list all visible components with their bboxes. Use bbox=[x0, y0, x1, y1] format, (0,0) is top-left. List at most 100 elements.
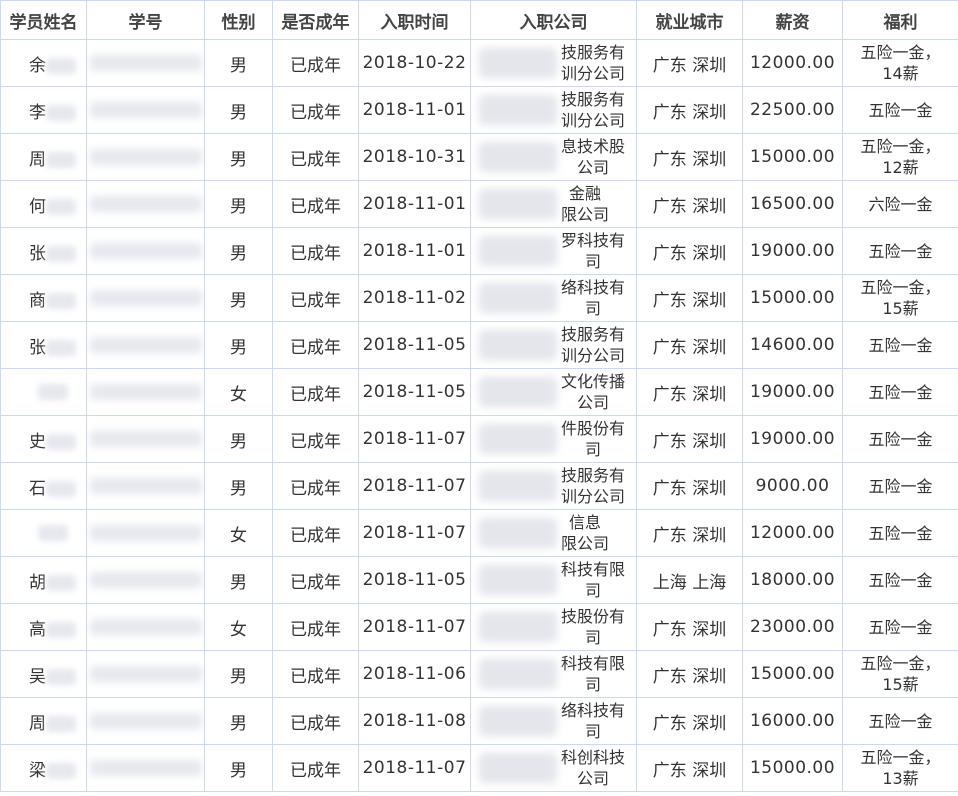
redacted-company-prefix bbox=[479, 142, 557, 172]
cell-student-name: 商 bbox=[0, 274, 87, 322]
student-name: 张 bbox=[29, 243, 46, 264]
cell-salary: 12000.00 bbox=[742, 509, 843, 557]
cell-student-id bbox=[86, 180, 205, 228]
cell-student-name: 梁 bbox=[0, 744, 87, 792]
header-company: 入职公司 bbox=[470, 0, 637, 40]
cell-city: 广东 深圳 bbox=[636, 415, 743, 463]
cell-company: 科技有限司 bbox=[470, 556, 637, 604]
cell-welfare: 五险一金 bbox=[842, 321, 958, 369]
cell-join-date: 2018-10-31 bbox=[358, 133, 471, 181]
cell-salary: 23000.00 bbox=[742, 603, 843, 651]
cell-welfare: 六险一金 bbox=[842, 180, 958, 228]
cell-city: 广东 深圳 bbox=[636, 133, 743, 181]
cell-student-name: 周 bbox=[0, 133, 87, 181]
redacted-company-prefix bbox=[479, 236, 557, 266]
cell-student-name bbox=[0, 509, 87, 557]
cell-student-name: 张 bbox=[0, 227, 87, 275]
cell-join-date: 2018-11-07 bbox=[358, 462, 471, 510]
cell-student-id bbox=[86, 462, 205, 510]
table-row: 张 男已成年 2018-11-01 罗科技有司广东 深圳 19000.00 五险一金 bbox=[0, 227, 958, 275]
cell-city: 广东 深圳 bbox=[636, 697, 743, 745]
cell-student-id bbox=[86, 650, 205, 698]
cell-city: 广东 深圳 bbox=[636, 39, 743, 87]
cell-welfare: 五险一金 bbox=[842, 509, 958, 557]
redacted-student-id bbox=[89, 431, 202, 447]
redacted-name bbox=[46, 433, 76, 450]
redacted-name bbox=[46, 339, 76, 356]
cell-adult: 已成年 bbox=[272, 509, 359, 557]
company-name: 科创科技 公司 bbox=[561, 748, 626, 788]
employment-table: 学员姓名 学号 性别 是否成年 入职时间 入职公司 就业城市 薪资 福利 余男已… bbox=[0, 0, 958, 792]
cell-adult: 已成年 bbox=[272, 86, 359, 134]
cell-company: 技股份有司 bbox=[470, 603, 637, 651]
cell-adult: 已成年 bbox=[272, 368, 359, 416]
welfare-text: 五险一金 bbox=[868, 429, 933, 449]
cell-welfare: 五险一金 bbox=[842, 415, 958, 463]
company-name: 文化传播 公司 bbox=[561, 372, 626, 412]
cell-join-date: 2018-11-06 bbox=[358, 650, 471, 698]
cell-gender: 男 bbox=[204, 86, 273, 134]
cell-student-name: 周 bbox=[0, 697, 87, 745]
table-row: 梁 男已成年 2018-11-07 科创科技 公司 广东 深圳 15000.00 五险一金， 1… bbox=[0, 744, 958, 792]
cell-student-name: 石 bbox=[0, 462, 87, 510]
cell-student-id bbox=[86, 697, 205, 745]
cell-student-id bbox=[86, 133, 205, 181]
welfare-text: 五险一金 bbox=[868, 476, 933, 496]
table-row: 张 男已成年 2018-11-05 技服务有 训分公司 广东 深圳 14600.00 五险一金 bbox=[0, 321, 958, 369]
header-city: 就业城市 bbox=[636, 0, 743, 40]
cell-adult: 已成年 bbox=[272, 650, 359, 698]
company-name: 金融 限公司 bbox=[561, 184, 610, 224]
cell-join-date: 2018-11-05 bbox=[358, 556, 471, 604]
redacted-student-id bbox=[89, 713, 202, 729]
redacted-company-prefix bbox=[479, 424, 557, 454]
welfare-text: 五险一金 bbox=[868, 335, 933, 355]
cell-gender: 女 bbox=[204, 603, 273, 651]
cell-welfare: 五险一金， 15薪 bbox=[842, 274, 958, 322]
cell-company: 信息 限公司 bbox=[470, 509, 637, 557]
header-student-id: 学号 bbox=[86, 0, 205, 40]
header-gender: 性别 bbox=[204, 0, 273, 40]
cell-student-name bbox=[0, 368, 87, 416]
redacted-company-prefix bbox=[479, 612, 557, 642]
cell-gender: 男 bbox=[204, 462, 273, 510]
cell-gender: 男 bbox=[204, 744, 273, 792]
welfare-text: 五险一金 bbox=[868, 100, 933, 120]
cell-student-id bbox=[86, 321, 205, 369]
cell-adult: 已成年 bbox=[272, 321, 359, 369]
table-row: 高 女已成年 2018-11-07 技股份有司广东 深圳 23000.00 五险一金 bbox=[0, 603, 958, 651]
cell-salary: 18000.00 bbox=[742, 556, 843, 604]
cell-gender: 男 bbox=[204, 227, 273, 275]
cell-salary: 12000.00 bbox=[742, 39, 843, 87]
redacted-company-prefix bbox=[479, 706, 557, 736]
welfare-text: 五险一金 bbox=[868, 570, 933, 590]
student-name: 何 bbox=[29, 196, 46, 217]
cell-gender: 男 bbox=[204, 39, 273, 87]
cell-adult: 已成年 bbox=[272, 133, 359, 181]
cell-student-id bbox=[86, 603, 205, 651]
redacted-student-id bbox=[89, 243, 202, 259]
cell-student-name: 史 bbox=[0, 415, 87, 463]
cell-salary: 16500.00 bbox=[742, 180, 843, 228]
cell-company: 技服务有 训分公司 bbox=[470, 321, 637, 369]
cell-join-date: 2018-10-22 bbox=[358, 39, 471, 87]
cell-company: 文化传播 公司 bbox=[470, 368, 637, 416]
student-name: 高 bbox=[29, 619, 46, 640]
redacted-name bbox=[46, 151, 76, 168]
welfare-text: 五险一金， 15薪 bbox=[860, 654, 941, 694]
table-row: 史 男已成年 2018-11-07 件股份有司广东 深圳 19000.00 五险一金 bbox=[0, 415, 958, 463]
redacted-name bbox=[46, 104, 76, 121]
redacted-company-prefix bbox=[479, 471, 557, 501]
redacted-company-prefix bbox=[479, 377, 557, 407]
cell-student-id bbox=[86, 227, 205, 275]
cell-company: 络科技有司 bbox=[470, 274, 637, 322]
cell-adult: 已成年 bbox=[272, 227, 359, 275]
redacted-name bbox=[46, 574, 76, 591]
cell-city: 上海 上海 bbox=[636, 556, 743, 604]
cell-student-name: 胡 bbox=[0, 556, 87, 604]
cell-join-date: 2018-11-01 bbox=[358, 180, 471, 228]
header-adult: 是否成年 bbox=[272, 0, 359, 40]
cell-adult: 已成年 bbox=[272, 697, 359, 745]
table-row: 余 男已成年 2018-10-22 技服务有 训分公司 广东 深圳 12000.00 五险一金… bbox=[0, 39, 958, 87]
redacted-company-prefix bbox=[479, 330, 557, 360]
table-row: 吴 男已成年 2018-11-06 科技有限司广东 深圳 15000.00 五险一金， 15… bbox=[0, 650, 958, 698]
